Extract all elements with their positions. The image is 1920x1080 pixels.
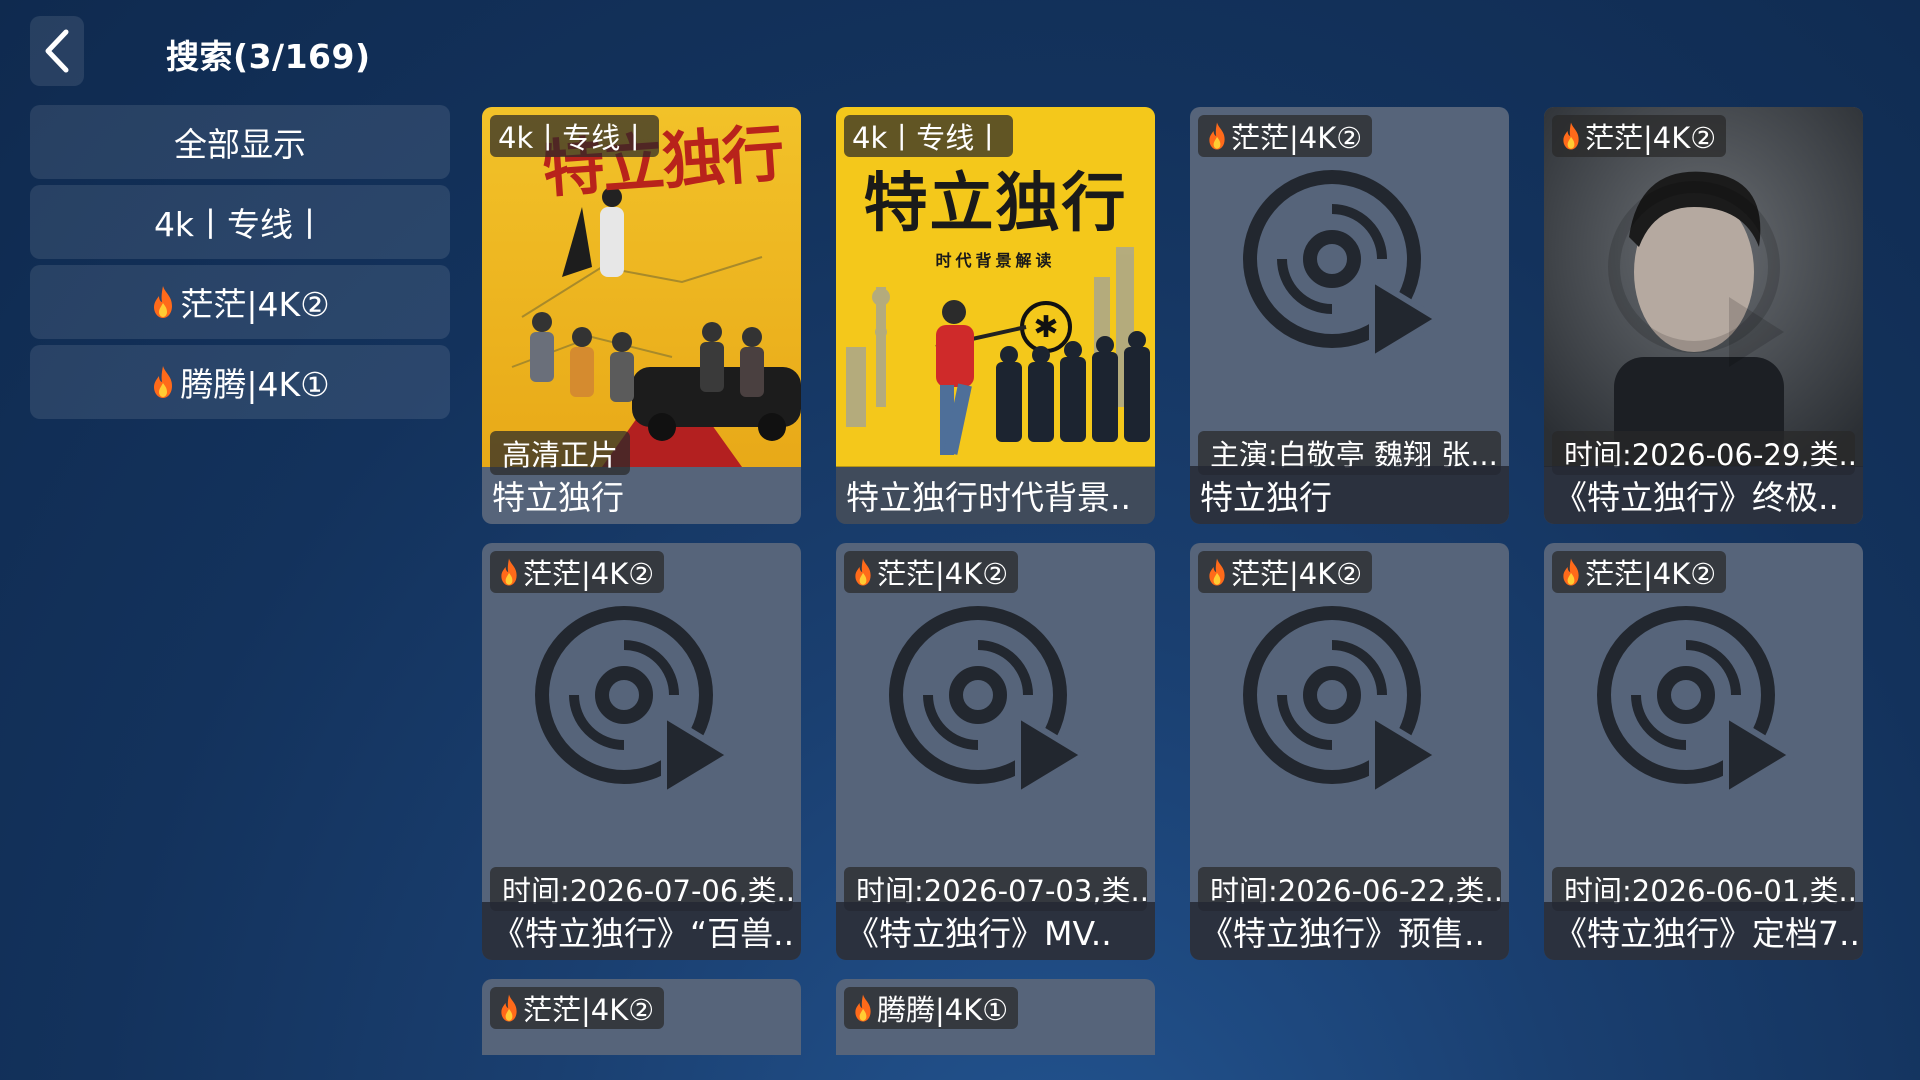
fire-icon — [150, 365, 176, 399]
result-card[interactable]: 茫茫|4K② 时间:2026-06-29,类... 《特立独行》终极.. — [1544, 107, 1863, 524]
video-disc-icon — [1597, 606, 1795, 798]
video-disc-icon — [1243, 606, 1441, 798]
source-tag: 茫茫|4K② — [1198, 115, 1373, 157]
back-button[interactable] — [30, 16, 84, 86]
video-disc-icon — [889, 606, 1087, 798]
placeholder-image — [1544, 543, 1863, 903]
source-tag: 腾腾|4K① — [844, 987, 1019, 1029]
source-tag: 茫茫|4K② — [490, 551, 665, 593]
sidebar-item-label: 腾腾|4K① — [180, 365, 330, 404]
source-tag: 茫茫|4K② — [1552, 115, 1727, 157]
source-tag: 茫茫|4K② — [1198, 551, 1373, 593]
result-card[interactable]: 特立独行 4k丨专线丨 高清正片 特立独行 — [482, 107, 801, 524]
placeholder-image — [1190, 107, 1509, 467]
video-disc-icon — [1243, 170, 1441, 362]
source-tag: 4k丨专线丨 — [844, 115, 1014, 157]
result-card[interactable]: 茫茫|4K② 时间:2026-06-22,类... 《特立独行》预售.. — [1190, 543, 1509, 960]
card-title: 特立独行 — [1190, 466, 1509, 524]
placeholder-image — [836, 543, 1155, 903]
fire-icon — [498, 993, 520, 1023]
poster-title-text: 特立独行 — [863, 167, 1128, 241]
source-tag: 茫茫|4K② — [844, 551, 1019, 593]
poster-subtitle-text: 时代背景解读 — [935, 251, 1056, 270]
result-card[interactable]: 茫茫|4K② 主演:白敬亭 魏翔 张... 特立独行 — [1190, 107, 1509, 524]
fire-icon — [852, 557, 874, 587]
fire-icon — [1206, 121, 1228, 151]
sidebar-item-4k-line[interactable]: 4k丨专线丨 — [30, 185, 450, 259]
page-title: 搜索(3/169) — [166, 37, 371, 76]
card-title: 《特立独行》定档7.. — [1544, 902, 1863, 960]
source-tag: 茫茫|4K② — [490, 987, 665, 1029]
card-title: 特立独行 — [492, 478, 624, 517]
source-tag: 茫茫|4K② — [1552, 551, 1727, 593]
source-filter-sidebar: 全部显示 4k丨专线丨 茫茫|4K② 腾腾|4K① — [30, 105, 450, 425]
video-disc-icon — [535, 606, 733, 798]
result-card[interactable]: 腾腾|4K① — [836, 979, 1155, 1055]
fire-icon — [150, 285, 176, 319]
result-card[interactable]: 茫茫|4K② 时间:2026-07-06,类... 《特立独行》“百兽.. — [482, 543, 801, 960]
fire-icon — [1206, 557, 1228, 587]
chevron-left-icon — [45, 29, 69, 73]
poster-image — [1544, 107, 1863, 467]
svg-text:✱: ✱ — [1033, 310, 1058, 345]
sidebar-item-mangmang[interactable]: 茫茫|4K② — [30, 265, 450, 339]
fire-icon — [852, 993, 874, 1023]
card-title: 《特立独行》预售.. — [1190, 902, 1509, 960]
sidebar-item-tengteng[interactable]: 腾腾|4K① — [30, 345, 450, 419]
result-card[interactable]: 茫茫|4K② — [482, 979, 801, 1055]
sidebar-item-label: 茫茫|4K② — [180, 285, 330, 324]
sidebar-item-show-all[interactable]: 全部显示 — [30, 105, 450, 179]
sidebar-item-label: 全部显示 — [174, 125, 306, 164]
result-card[interactable]: 茫茫|4K② 时间:2026-07-03,类... 《特立独行》MV.. — [836, 543, 1155, 960]
source-tag: 4k丨专线丨 — [490, 115, 660, 157]
sidebar-item-label: 4k丨专线丨 — [153, 205, 327, 244]
result-card[interactable]: ✱ 特立独行 时代背景解读 4k丨专线丨 特立独行时代背景.. — [836, 107, 1155, 524]
placeholder-image — [482, 543, 801, 903]
card-title: 特立独行时代背景.. — [836, 466, 1155, 524]
placeholder-image — [1190, 543, 1509, 903]
fire-icon — [498, 557, 520, 587]
fire-icon — [1560, 121, 1582, 151]
fire-icon — [1560, 557, 1582, 587]
card-title: 《特立独行》终极.. — [1544, 466, 1863, 524]
card-title: 《特立独行》MV.. — [836, 902, 1155, 960]
result-card[interactable]: 茫茫|4K② 时间:2026-06-01,类... 《特立独行》定档7.. — [1544, 543, 1863, 960]
card-title: 《特立独行》“百兽.. — [482, 902, 801, 960]
